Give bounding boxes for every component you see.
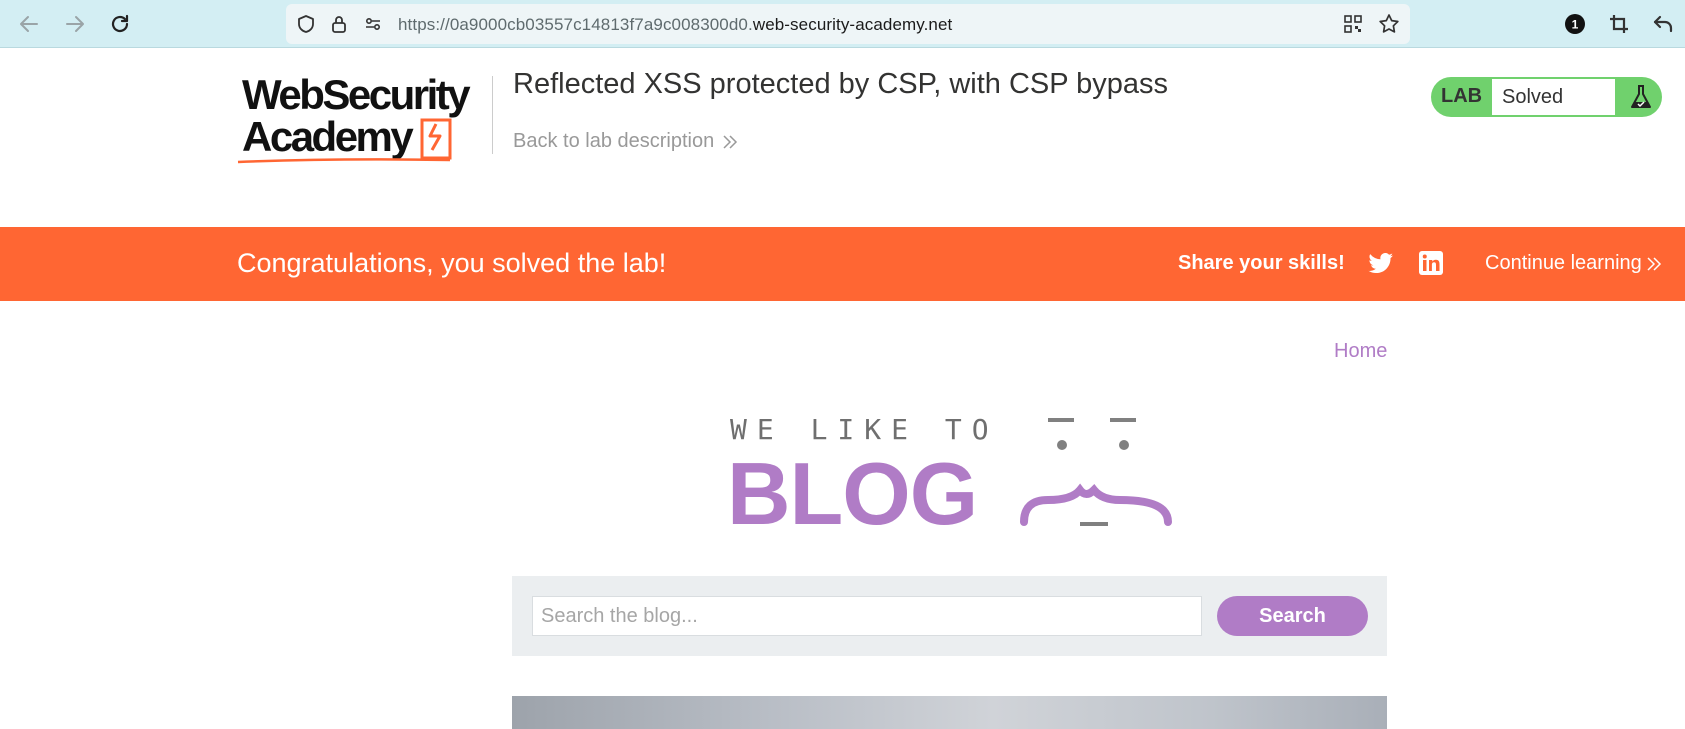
blog-face-icon [1020, 418, 1172, 526]
lab-tag: LAB [1441, 85, 1483, 107]
lab-title: Reflected XSS protected by CSP, with CSP… [513, 68, 1168, 100]
congratulations-banner: Congratulations, you solved the lab! Sha… [0, 227, 1685, 301]
lock-icon[interactable] [328, 13, 350, 35]
header-divider [492, 76, 493, 154]
blog-wordmark: BLOG [727, 444, 978, 543]
congratulations-message: Congratulations, you solved the lab! [237, 248, 667, 278]
logo-mark-icon [237, 118, 452, 164]
search-input[interactable] [532, 596, 1202, 636]
address-bar[interactable]: https://0a9000cb03557c14813f7a9c008300d0… [286, 4, 1410, 44]
undo-icon[interactable] [1649, 10, 1677, 38]
chevrons-right-icon [723, 134, 738, 149]
continue-learning-label: Continue learning [1485, 252, 1642, 274]
url-text[interactable]: https://0a9000cb03557c14813f7a9c008300d0… [398, 15, 952, 35]
flask-icon [1631, 85, 1651, 108]
lab-status-widget: LAB Solved [1431, 77, 1662, 117]
qr-code-icon[interactable] [1342, 13, 1364, 35]
search-button[interactable]: Search [1217, 596, 1368, 636]
web-security-academy-logo[interactable]: WebSecurity Academy [236, 74, 488, 166]
back-arrow-icon[interactable] [15, 10, 43, 38]
continue-learning-link[interactable]: Continue learning [1485, 252, 1662, 275]
extension-badge: 1 [1572, 18, 1579, 32]
permissions-icon[interactable] [362, 13, 384, 35]
blog-logo: WE LIKE TO BLOG [720, 410, 1180, 540]
url-prefix: https://0a9000cb03557c14813f7a9c008300d0… [398, 15, 753, 34]
back-to-lab-description-link[interactable]: Back to lab description [513, 130, 738, 153]
crop-icon[interactable] [1605, 10, 1633, 38]
star-icon[interactable] [1378, 13, 1400, 35]
shield-icon[interactable] [295, 13, 317, 35]
search-section: Search [512, 576, 1387, 656]
lab-status-text: Solved [1502, 86, 1564, 108]
extension-icon[interactable]: 1 [1561, 10, 1589, 38]
blog-tagline: WE LIKE TO [730, 413, 999, 446]
url-host: web-security-academy.net [752, 15, 953, 34]
reload-icon[interactable] [106, 10, 134, 38]
forward-arrow-icon[interactable] [61, 10, 89, 38]
back-link-label: Back to lab description [513, 130, 715, 152]
home-link[interactable]: Home [1334, 340, 1387, 363]
twitter-icon[interactable] [1368, 252, 1394, 276]
chevrons-right-icon [1647, 256, 1661, 271]
blog-post-image[interactable] [512, 696, 1387, 729]
browser-toolbar: https://0a9000cb03557c14813f7a9c008300d0… [0, 0, 1685, 48]
status-box: Solved [1492, 79, 1615, 115]
linkedin-icon[interactable] [1418, 250, 1444, 276]
share-skills-label: Share your skills! [1178, 252, 1345, 274]
